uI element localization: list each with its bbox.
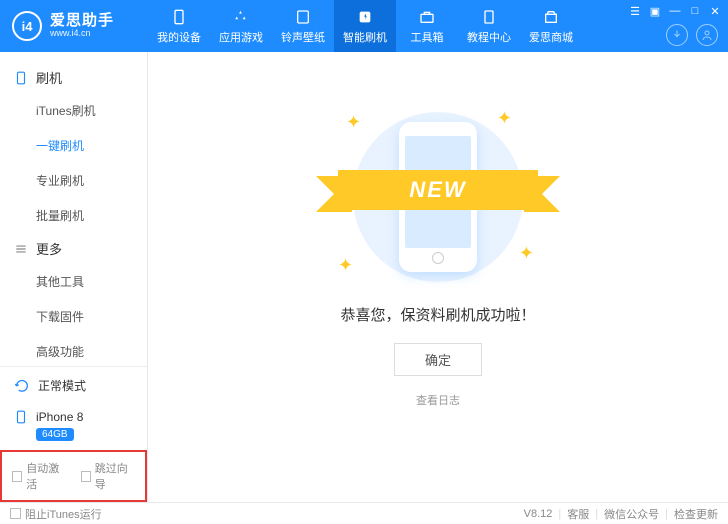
logo-icon: i4 xyxy=(12,11,42,41)
storage-badge: 64GB xyxy=(36,428,74,441)
header-right-actions xyxy=(666,24,718,46)
logo-area: i4 爱思助手 www.i4.cn xyxy=(0,11,148,41)
sidebar-item-itunes-flash[interactable]: iTunes刷机 xyxy=(36,93,147,128)
status-text: 正常模式 xyxy=(38,377,86,394)
nav-label: 爱思商城 xyxy=(529,29,573,45)
sidebar-item-other-tools[interactable]: 其他工具 xyxy=(36,264,147,299)
checkbox-skip-guide[interactable]: 跳过向导 xyxy=(81,460,136,492)
window-controls: ☰ ▣ — □ ✕ xyxy=(628,4,722,18)
checkbox-icon xyxy=(12,471,22,482)
nav-apps[interactable]: 应用游戏 xyxy=(210,0,272,52)
footer-link-wechat[interactable]: 微信公众号 xyxy=(604,506,659,522)
nav-label: 教程中心 xyxy=(467,29,511,45)
user-button[interactable] xyxy=(696,24,718,46)
nav-label: 工具箱 xyxy=(411,29,444,45)
app-title: 爱思助手 xyxy=(50,13,114,30)
nav-tutorials[interactable]: 教程中心 xyxy=(458,0,520,52)
nav-label: 智能刷机 xyxy=(343,29,387,45)
nav-label: 铃声壁纸 xyxy=(281,29,325,45)
footer: 阻止iTunes运行 V8.12 | 客服 | 微信公众号 | 检查更新 xyxy=(0,502,728,524)
checkbox-block-itunes[interactable]: 阻止iTunes运行 xyxy=(10,506,102,522)
success-illustration: ✦ ✦ ✦ ✦ NEW xyxy=(338,112,538,282)
nav-ringtones[interactable]: 铃声壁纸 xyxy=(272,0,334,52)
sidebar-item-advanced[interactable]: 高级功能 xyxy=(36,334,147,366)
nav-label: 应用游戏 xyxy=(219,29,263,45)
phone-icon xyxy=(14,410,28,424)
options-highlighted: 自动激活 跳过向导 xyxy=(0,450,147,502)
flash-icon xyxy=(356,8,374,26)
sparkle-icon: ✦ xyxy=(497,108,512,129)
app-icon xyxy=(232,8,250,26)
menu-icon[interactable]: ☰ xyxy=(628,4,642,18)
sidebar-item-batch-flash[interactable]: 批量刷机 xyxy=(36,198,147,233)
new-ribbon: NEW xyxy=(338,170,538,210)
nav-store[interactable]: 爱思商城 xyxy=(520,0,582,52)
nav-toolbox[interactable]: 工具箱 xyxy=(396,0,458,52)
section-title: 更多 xyxy=(36,239,62,258)
close-icon[interactable]: ✕ xyxy=(708,4,722,18)
phone-icon xyxy=(170,8,188,26)
app-header: i4 爱思助手 www.i4.cn 我的设备 应用游戏 铃声壁纸 智能刷机 工具… xyxy=(0,0,728,52)
skin-icon[interactable]: ▣ xyxy=(648,4,662,18)
store-icon xyxy=(542,8,560,26)
device-name-text: iPhone 8 xyxy=(36,410,83,424)
device-info[interactable]: iPhone 8 64GB xyxy=(0,404,147,450)
footer-link-update[interactable]: 检查更新 xyxy=(674,506,718,522)
nav-my-device[interactable]: 我的设备 xyxy=(148,0,210,52)
sidebar: 刷机 iTunes刷机 一键刷机 专业刷机 批量刷机 更多 其他工具 下载固件 … xyxy=(0,52,148,502)
top-nav: 我的设备 应用游戏 铃声壁纸 智能刷机 工具箱 教程中心 爱思商城 xyxy=(148,0,582,52)
nav-label: 我的设备 xyxy=(157,29,201,45)
checkbox-icon xyxy=(81,471,91,482)
nav-flash[interactable]: 智能刷机 xyxy=(334,0,396,52)
sidebar-item-pro-flash[interactable]: 专业刷机 xyxy=(36,163,147,198)
footer-link-support[interactable]: 客服 xyxy=(567,506,589,522)
section-title: 刷机 xyxy=(36,68,62,87)
refresh-icon xyxy=(14,378,30,394)
app-subtitle: www.i4.cn xyxy=(50,29,114,39)
download-button[interactable] xyxy=(666,24,688,46)
app-body: 刷机 iTunes刷机 一键刷机 专业刷机 批量刷机 更多 其他工具 下载固件 … xyxy=(0,52,728,502)
sidebar-item-oneclick-flash[interactable]: 一键刷机 xyxy=(36,128,147,163)
version-text: V8.12 xyxy=(524,508,553,520)
music-icon xyxy=(294,8,312,26)
ribbon-text: NEW xyxy=(409,177,466,203)
minimize-icon[interactable]: — xyxy=(668,4,682,18)
sidebar-section-more[interactable]: 更多 xyxy=(0,233,147,264)
sidebar-item-download-firmware[interactable]: 下载固件 xyxy=(36,299,147,334)
device-icon xyxy=(14,71,28,85)
maximize-icon[interactable]: □ xyxy=(688,4,702,18)
sparkle-icon: ✦ xyxy=(346,112,361,133)
view-log-link[interactable]: 查看日志 xyxy=(416,392,460,408)
checkbox-label: 自动激活 xyxy=(26,460,66,492)
more-icon xyxy=(14,242,28,256)
checkbox-label: 跳过向导 xyxy=(95,460,135,492)
sidebar-section-flash[interactable]: 刷机 xyxy=(0,62,147,93)
sparkle-icon: ✦ xyxy=(338,255,353,276)
ok-button[interactable]: 确定 xyxy=(394,343,482,376)
success-message: 恭喜您，保资料刷机成功啦！ xyxy=(340,304,535,325)
sparkle-icon: ✦ xyxy=(519,243,534,264)
checkbox-icon xyxy=(10,508,21,519)
book-icon xyxy=(480,8,498,26)
checkbox-auto-activate[interactable]: 自动激活 xyxy=(12,460,67,492)
checkbox-label: 阻止iTunes运行 xyxy=(25,506,102,522)
device-status[interactable]: 正常模式 xyxy=(0,367,147,404)
toolbox-icon xyxy=(418,8,436,26)
main-content: ✦ ✦ ✦ ✦ NEW 恭喜您，保资料刷机成功啦！ 确定 查看日志 xyxy=(148,52,728,502)
